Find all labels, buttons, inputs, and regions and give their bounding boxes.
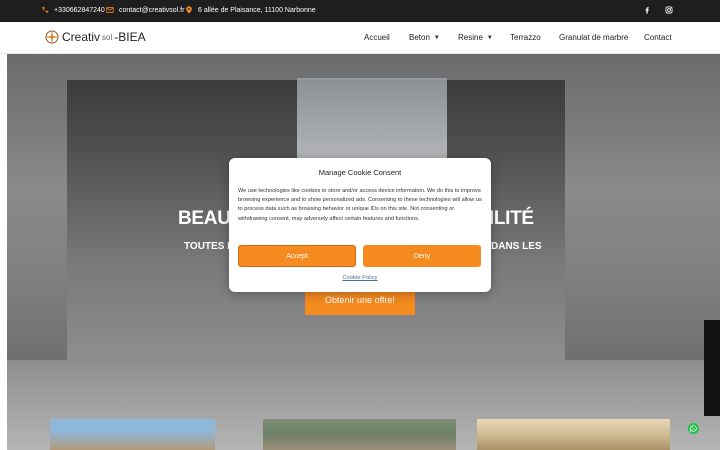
- address-text: 6 allée de Plaisance, 11100 Narbonne: [198, 6, 316, 14]
- site-logo[interactable]: Creativ sol -BIEA: [44, 29, 146, 45]
- location-pin-icon: [186, 6, 192, 14]
- logo-text: Creativ: [62, 30, 101, 44]
- nav-accueil[interactable]: Accueil: [364, 33, 390, 42]
- hero-edge-dark: [704, 320, 720, 416]
- cookie-dialog-title: Manage Cookie Consent: [318, 168, 402, 177]
- phone-number: +330662847240: [54, 6, 105, 14]
- nav-contact[interactable]: Contact: [644, 33, 672, 42]
- nav-beton[interactable]: Beton ▼: [409, 33, 440, 42]
- logo-sol: sol: [102, 32, 113, 42]
- nav-label: Contact: [644, 33, 672, 42]
- instagram-link[interactable]: [665, 6, 673, 14]
- accept-button[interactable]: Accept: [238, 245, 356, 267]
- logo-brand: -BIEA: [114, 30, 146, 44]
- phone-contact[interactable]: +330662847240: [41, 6, 105, 14]
- deny-button[interactable]: Deny: [363, 245, 481, 267]
- caret-down-icon: ▼: [486, 34, 493, 41]
- gallery-thumbnail-2[interactable]: [263, 419, 456, 450]
- cookie-dialog-body: We use technologies like cookies to stor…: [238, 188, 482, 222]
- envelope-icon: [106, 7, 114, 13]
- nav-granulat-de-marbre[interactable]: Granulat de marbre: [559, 33, 628, 42]
- whatsapp-icon: [690, 425, 697, 432]
- address-contact: 6 allée de Plaisance, 11100 Narbonne: [185, 6, 316, 14]
- hero-subtitle-left: TOUTES L: [184, 241, 234, 252]
- facebook-icon: [645, 7, 649, 14]
- nav-label: Resine: [458, 33, 483, 42]
- compass-logo-icon: [44, 29, 60, 45]
- hero-subtitle-right: DANS LES: [491, 241, 542, 252]
- email-address: contact@creativsol.fr: [119, 6, 185, 14]
- nav-label: Terrazzo: [510, 33, 541, 42]
- hero-window-image: [297, 78, 447, 160]
- caret-down-icon: ▼: [433, 34, 440, 41]
- whatsapp-button[interactable]: [688, 423, 699, 434]
- gallery-thumbnail-3[interactable]: [477, 419, 670, 450]
- nav-resine[interactable]: Resine ▼: [458, 33, 493, 42]
- nav-label: Beton: [409, 33, 430, 42]
- nav-label: Accueil: [364, 33, 390, 42]
- main-header: Creativ sol -BIEA Accueil Beton ▼ Resine ▼ T…: [0, 22, 720, 54]
- cookie-policy-link[interactable]: Cookie Policy: [229, 275, 491, 281]
- top-bar: +330662847240 contact@creativsol.fr 6 al…: [0, 0, 720, 22]
- cookie-consent-dialog: Manage Cookie Consent We use technologie…: [229, 158, 491, 292]
- email-contact[interactable]: contact@creativsol.fr: [106, 6, 184, 14]
- facebook-link[interactable]: [643, 6, 651, 14]
- instagram-icon: [665, 6, 673, 14]
- phone-icon: [42, 6, 49, 13]
- nav-terrazzo[interactable]: Terrazzo: [510, 33, 541, 42]
- gallery-thumbnail-1[interactable]: [50, 419, 215, 450]
- nav-label: Granulat de marbre: [559, 33, 629, 42]
